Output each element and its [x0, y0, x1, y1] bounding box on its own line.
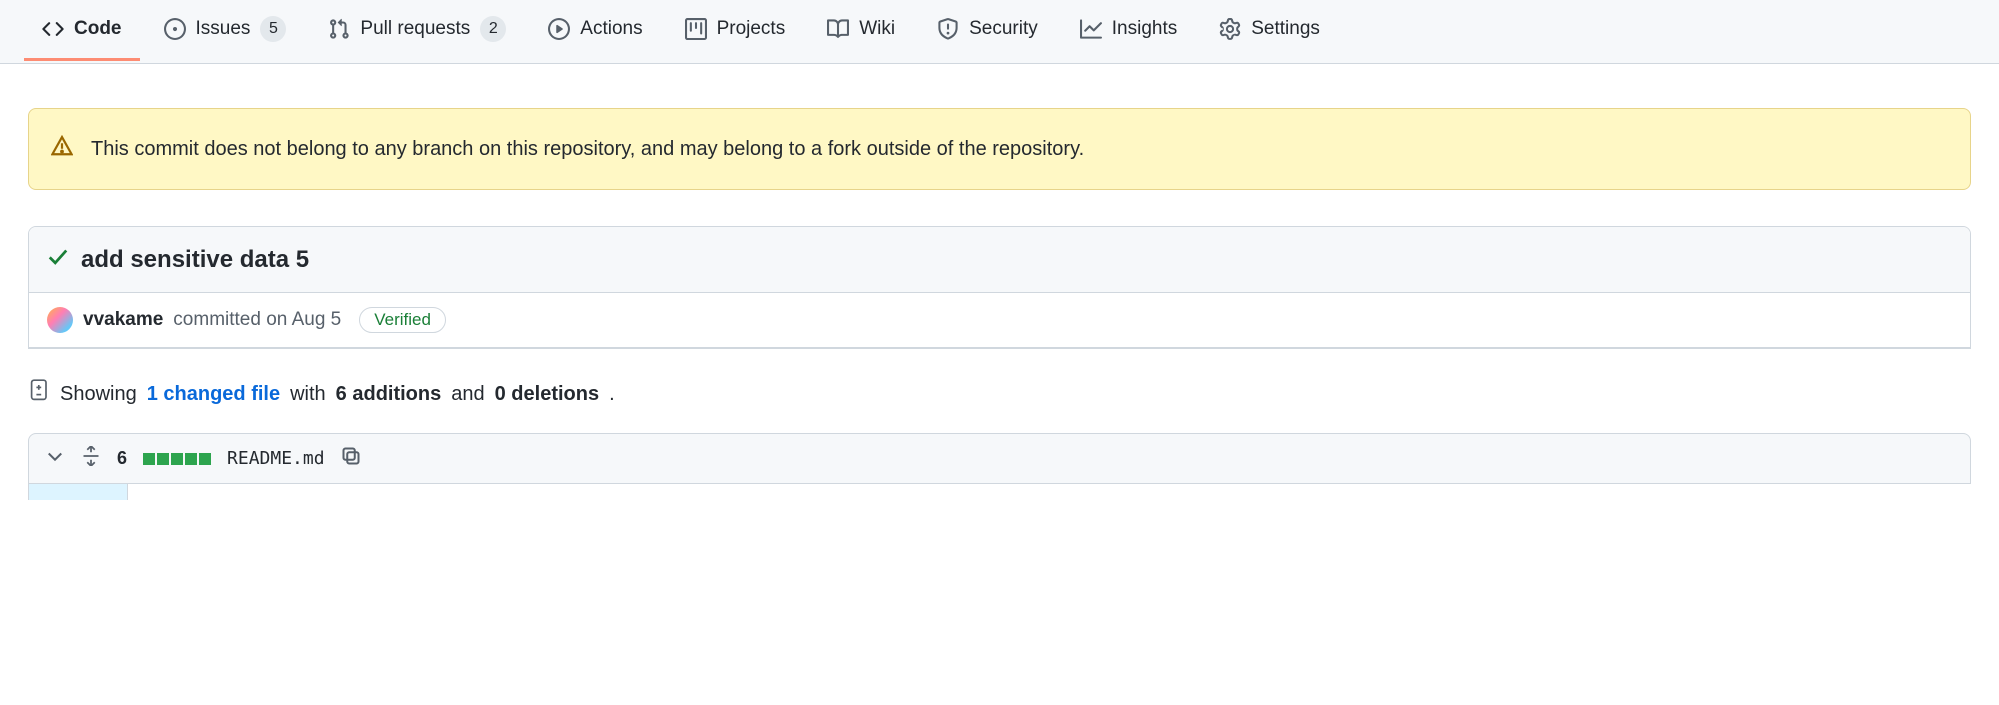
hunk-header-strip [28, 484, 128, 500]
with-text: with [290, 383, 326, 406]
repo-tabnav: Code Issues 5 Pull requests 2 Actions Pr… [0, 0, 1999, 64]
commit-box: add sensitive data 5 vvakame committed o… [28, 226, 1971, 349]
tab-pulls-label: Pull requests [360, 18, 470, 40]
pulls-count: 2 [480, 16, 506, 42]
additions-text: 6 additions [336, 383, 442, 406]
tab-code-label: Code [74, 18, 122, 40]
graph-icon [1080, 18, 1102, 40]
tab-issues-label: Issues [196, 18, 251, 40]
shield-icon [937, 18, 959, 40]
avatar[interactable] [47, 307, 73, 333]
file-name[interactable]: README.md [227, 448, 325, 469]
verified-badge[interactable]: Verified [359, 307, 446, 333]
issues-count: 5 [260, 16, 286, 42]
commit-author[interactable]: vvakame [83, 309, 163, 331]
flash-warning: This commit does not belong to any branc… [28, 108, 1971, 190]
gear-icon [1219, 18, 1241, 40]
pull-request-icon [328, 18, 350, 40]
tab-issues[interactable]: Issues 5 [146, 0, 305, 63]
tab-settings-label: Settings [1251, 18, 1320, 40]
showing-text: Showing [60, 383, 137, 406]
commit-title: add sensitive data 5 [81, 246, 309, 274]
period: . [609, 383, 615, 406]
tab-insights-label: Insights [1112, 18, 1177, 40]
book-icon [827, 18, 849, 40]
tab-pull-requests[interactable]: Pull requests 2 [310, 0, 524, 63]
project-icon [685, 18, 707, 40]
changed-files-link[interactable]: 1 changed file [147, 383, 280, 406]
file-change-count: 6 [117, 448, 127, 469]
tab-actions-label: Actions [580, 18, 642, 40]
tab-projects[interactable]: Projects [667, 2, 804, 61]
diffstat-summary: Showing 1 changed file with 6 additions … [28, 349, 1971, 433]
tab-security[interactable]: Security [919, 2, 1056, 61]
commit-date: committed on Aug 5 [173, 309, 341, 331]
issues-icon [164, 18, 186, 40]
deletions-text: 0 deletions [495, 383, 599, 406]
commit-meta-row: vvakame committed on Aug 5 Verified [29, 293, 1970, 348]
alert-icon [51, 135, 73, 163]
file-header: 6 README.md [28, 433, 1971, 484]
flash-text: This commit does not belong to any branc… [91, 138, 1084, 161]
chevron-down-icon[interactable] [45, 446, 65, 471]
tab-projects-label: Projects [717, 18, 786, 40]
play-icon [548, 18, 570, 40]
tab-settings[interactable]: Settings [1201, 2, 1338, 61]
copy-icon[interactable] [341, 446, 361, 471]
tab-insights[interactable]: Insights [1062, 2, 1195, 61]
tab-wiki[interactable]: Wiki [809, 2, 913, 61]
tab-wiki-label: Wiki [859, 18, 895, 40]
and-text: and [451, 383, 484, 406]
check-icon [47, 245, 69, 274]
commit-title-row: add sensitive data 5 [29, 227, 1970, 293]
tab-actions[interactable]: Actions [530, 2, 660, 61]
diff-squares [143, 453, 211, 465]
expand-icon[interactable] [81, 446, 101, 471]
file-diff-icon [30, 379, 50, 409]
tab-security-label: Security [969, 18, 1038, 40]
tab-code[interactable]: Code [24, 2, 140, 61]
code-icon [42, 18, 64, 40]
